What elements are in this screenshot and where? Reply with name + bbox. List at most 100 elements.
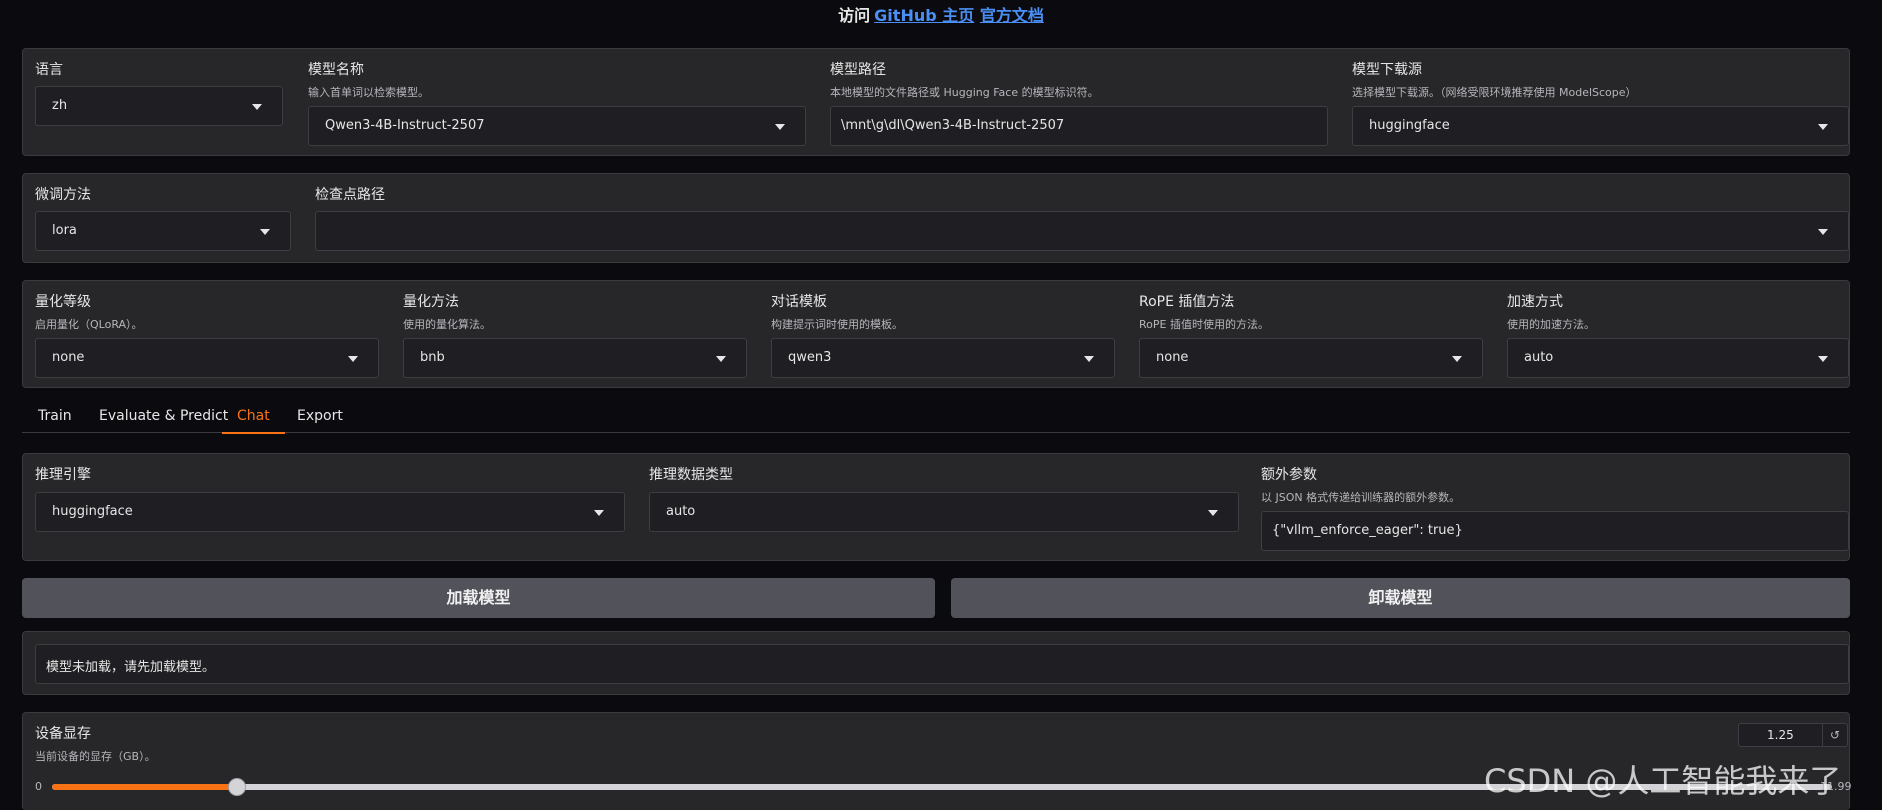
chevron-down-icon bbox=[1818, 356, 1828, 362]
finetune-method-label: 微调方法 bbox=[35, 187, 91, 203]
chevron-down-icon bbox=[252, 104, 262, 110]
template-value: qwen3 bbox=[788, 350, 832, 365]
reset-icon[interactable]: ↺ bbox=[1822, 724, 1847, 746]
infer-backend-label: 推理引擎 bbox=[35, 467, 91, 483]
vram-field: 设备显存 当前设备的显存（GB）。 bbox=[35, 723, 156, 764]
lang-field: 语言 bbox=[35, 59, 63, 79]
model-name-info: 输入首单词以检索模型。 bbox=[308, 86, 429, 99]
chevron-down-icon bbox=[594, 510, 604, 516]
vram-info: 当前设备的显存（GB）。 bbox=[35, 750, 156, 763]
slider-thumb[interactable] bbox=[228, 778, 246, 796]
template-info: 构建提示词时使用的模板。 bbox=[771, 318, 903, 331]
tab-export[interactable]: Export bbox=[297, 408, 343, 432]
rope-info: RoPE 插值时使用的方法。 bbox=[1139, 318, 1269, 331]
model-name-field: 模型名称 输入首单词以检索模型。 bbox=[308, 59, 429, 100]
hub-info: 选择模型下载源。（网络受限环境推荐使用 ModelScope） bbox=[1352, 86, 1637, 99]
infer-backend-field: 推理引擎 bbox=[35, 464, 91, 484]
docs-link[interactable]: 官方文档 bbox=[980, 6, 1044, 25]
status-text: 模型未加载，请先加载模型。 bbox=[46, 660, 216, 675]
lang-dropdown[interactable]: zh bbox=[35, 86, 283, 126]
tab-chat[interactable]: Chat bbox=[222, 408, 285, 434]
chevron-down-icon bbox=[716, 356, 726, 362]
quant-bit-info: 启用量化（QLoRA）。 bbox=[35, 318, 143, 331]
tab-bar: Train Evaluate & Predict Chat Export bbox=[22, 402, 1850, 434]
template-label: 对话模板 bbox=[771, 294, 827, 310]
model-path-field: 模型路径 本地模型的文件路径或 Hugging Face 的模型标识符。 bbox=[830, 59, 1099, 100]
chevron-down-icon bbox=[1818, 229, 1828, 235]
infer-backend-dropdown[interactable]: huggingface bbox=[35, 492, 625, 532]
checkpoint-field: 检查点路径 bbox=[315, 184, 385, 204]
lang-label: 语言 bbox=[35, 62, 63, 78]
slider-min-label: 0 bbox=[35, 780, 42, 793]
quant-panel: 量化等级 启用量化（QLoRA）。 none 量化方法 使用的量化算法。 bnb… bbox=[22, 280, 1850, 388]
checkpoint-dropdown[interactable] bbox=[315, 211, 1849, 251]
infer-dtype-value: auto bbox=[666, 504, 696, 519]
finetune-method-field: 微调方法 bbox=[35, 184, 91, 204]
github-link[interactable]: GitHub 主页 bbox=[874, 6, 974, 25]
quant-method-value: bnb bbox=[420, 350, 445, 365]
extra-args-info: 以 JSON 格式传递给训练器的额外参数。 bbox=[1261, 491, 1461, 504]
booster-label: 加速方式 bbox=[1507, 294, 1563, 310]
quant-method-dropdown[interactable]: bnb bbox=[403, 338, 747, 378]
rope-label: RoPE 插值方法 bbox=[1139, 294, 1235, 310]
vram-number-input[interactable]: 1.25 ↺ bbox=[1738, 723, 1848, 747]
tab-train[interactable]: Train bbox=[38, 408, 72, 432]
template-dropdown[interactable]: qwen3 bbox=[771, 338, 1115, 378]
model-path-value: \mnt\g\dl\Qwen3-4B-Instruct-2507 bbox=[841, 118, 1065, 133]
booster-field: 加速方式 使用的加速方法。 bbox=[1507, 291, 1595, 332]
quant-bit-value: none bbox=[52, 350, 85, 365]
model-path-label: 模型路径 bbox=[830, 62, 886, 78]
tab-evaluate[interactable]: Evaluate & Predict bbox=[99, 408, 228, 432]
chevron-down-icon bbox=[348, 356, 358, 362]
quant-bit-label: 量化等级 bbox=[35, 294, 91, 310]
model-panel: 语言 zh 模型名称 输入首单词以检索模型。 Qwen3-4B-Instruct… bbox=[22, 48, 1850, 156]
booster-value: auto bbox=[1524, 350, 1554, 365]
load-model-button[interactable]: 加载模型 bbox=[22, 578, 935, 618]
quant-bit-dropdown[interactable]: none bbox=[35, 338, 379, 378]
checkpoint-label: 检查点路径 bbox=[315, 187, 385, 203]
model-name-label: 模型名称 bbox=[308, 62, 364, 78]
extra-args-field: 额外参数 以 JSON 格式传递给训练器的额外参数。 bbox=[1261, 464, 1460, 505]
quant-method-label: 量化方法 bbox=[403, 294, 459, 310]
infer-dtype-label: 推理数据类型 bbox=[649, 467, 733, 483]
booster-dropdown[interactable]: auto bbox=[1507, 338, 1849, 378]
rope-dropdown[interactable]: none bbox=[1139, 338, 1483, 378]
vram-value: 1.25 bbox=[1767, 728, 1794, 742]
chevron-down-icon bbox=[1818, 124, 1828, 130]
infer-backend-value: huggingface bbox=[52, 504, 133, 519]
hub-label: 模型下载源 bbox=[1352, 62, 1422, 78]
chevron-down-icon bbox=[260, 229, 270, 235]
model-path-input[interactable]: \mnt\g\dl\Qwen3-4B-Instruct-2507 bbox=[830, 106, 1328, 146]
chevron-down-icon bbox=[1452, 356, 1462, 362]
model-path-info: 本地模型的文件路径或 Hugging Face 的模型标识符。 bbox=[830, 86, 1099, 99]
unload-model-button[interactable]: 卸载模型 bbox=[951, 578, 1850, 618]
extra-args-input[interactable]: {"vllm_enforce_eager": true} bbox=[1261, 511, 1849, 551]
infer-dtype-dropdown[interactable]: auto bbox=[649, 492, 1239, 532]
header-prefix: 访问 bbox=[838, 6, 871, 25]
rope-field: RoPE 插值方法 RoPE 插值时使用的方法。 bbox=[1139, 291, 1269, 332]
lang-value: zh bbox=[52, 98, 68, 113]
watermark: CSDN @人工智能我来了 bbox=[1484, 762, 1842, 800]
infer-dtype-field: 推理数据类型 bbox=[649, 464, 733, 484]
quant-method-field: 量化方法 使用的量化算法。 bbox=[403, 291, 491, 332]
extra-args-label: 额外参数 bbox=[1261, 467, 1317, 483]
hub-value: huggingface bbox=[1369, 118, 1450, 133]
chevron-down-icon bbox=[1208, 510, 1218, 516]
hub-dropdown[interactable]: huggingface bbox=[1352, 106, 1849, 146]
finetune-panel: 微调方法 lora 检查点路径 bbox=[22, 173, 1850, 263]
infer-panel: 推理引擎 huggingface 推理数据类型 auto 额外参数 以 JSON… bbox=[22, 453, 1850, 561]
slider-fill bbox=[52, 784, 237, 790]
status-box: 模型未加载，请先加载模型。 bbox=[35, 644, 1849, 684]
vram-label: 设备显存 bbox=[35, 726, 91, 742]
status-panel: 模型未加载，请先加载模型。 bbox=[22, 631, 1850, 695]
header: 访问 GitHub 主页 官方文档 bbox=[0, 2, 1882, 26]
model-name-value: Qwen3-4B-Instruct-2507 bbox=[325, 118, 485, 133]
model-name-dropdown[interactable]: Qwen3-4B-Instruct-2507 bbox=[308, 106, 806, 146]
rope-value: none bbox=[1156, 350, 1189, 365]
template-field: 对话模板 构建提示词时使用的模板。 bbox=[771, 291, 903, 332]
quant-bit-field: 量化等级 启用量化（QLoRA）。 bbox=[35, 291, 143, 332]
finetune-method-dropdown[interactable]: lora bbox=[35, 211, 291, 251]
chevron-down-icon bbox=[1084, 356, 1094, 362]
booster-info: 使用的加速方法。 bbox=[1507, 318, 1595, 331]
hub-field: 模型下载源 选择模型下载源。（网络受限环境推荐使用 ModelScope） bbox=[1352, 59, 1637, 100]
